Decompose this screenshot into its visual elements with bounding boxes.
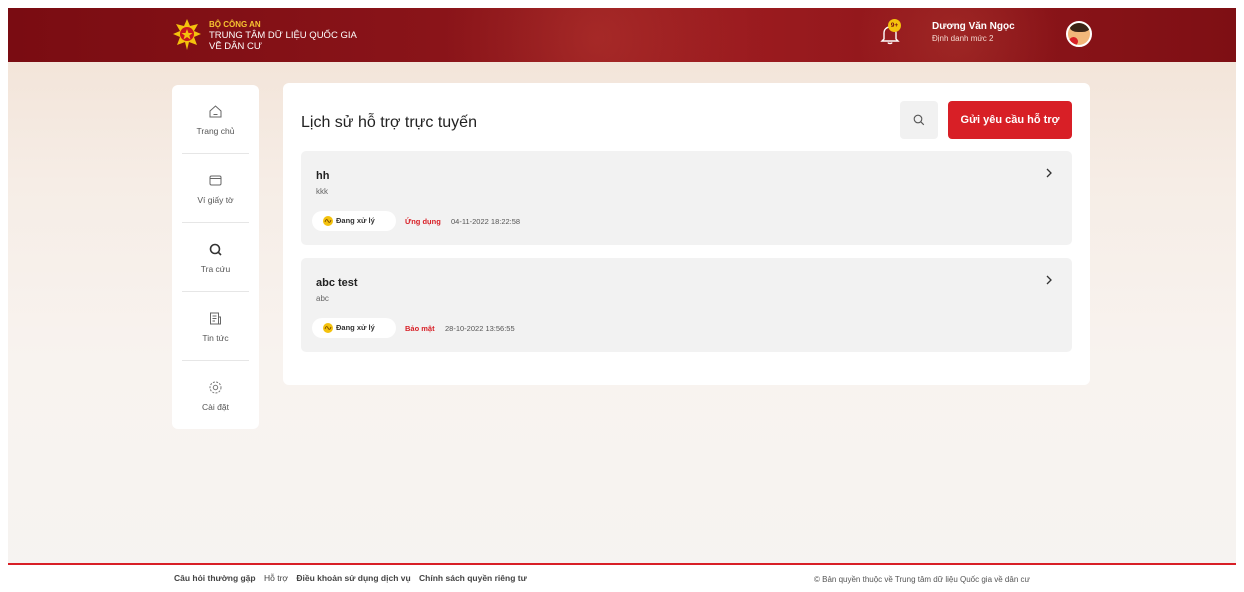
sidebar-item-label: Ví giấy tờ [197,195,234,205]
avatar[interactable] [1066,21,1092,47]
chevron-right-icon[interactable] [1044,166,1054,180]
sidebar-item-news[interactable]: Tin tức [172,292,259,360]
sidebar-item-settings[interactable]: Cài đặt [172,361,259,429]
footer: Câu hỏi thường gặp Hỗ trợ Điều khoản sử … [8,563,1236,592]
processing-icon [323,323,333,333]
ticket-description: abc [316,294,329,303]
support-history-panel: Lịch sử hỗ trợ trực tuyến Gửi yêu cầu hỗ… [283,83,1090,385]
ticket-description: kkk [316,187,328,196]
ticket-title: abc test [316,277,358,289]
ticket-card[interactable]: abc test abc Đang xử lý Bảo mật 28-10-20… [301,258,1072,352]
sidebar-item-home[interactable]: Trang chủ [172,85,259,153]
search-button[interactable] [900,101,938,139]
status-text: Đang xử lý [336,216,375,225]
chevron-right-icon[interactable] [1044,273,1054,287]
processing-icon [323,216,333,226]
page-title: Lịch sử hỗ trợ trực tuyến [301,114,477,131]
sidebar: Trang chủ Ví giấy tờ Tra cứu Tin tức Cài… [172,85,259,429]
sidebar-item-wallet[interactable]: Ví giấy tờ [172,154,259,222]
news-icon [210,312,221,325]
search-icon [209,243,222,256]
brand-line-3: VỀ DÂN CƯ [209,41,262,52]
avatar-flag-badge [1069,37,1078,45]
footer-link-privacy[interactable]: Chính sách quyền riêng tư [419,573,527,583]
ticket-category: Ứng dụng [405,217,441,226]
search-icon [913,114,925,126]
user-level: Định danh mức 2 [932,34,994,43]
status-text: Đang xử lý [336,323,375,332]
sidebar-item-label: Tin tức [202,333,229,343]
brand-line-1: BỘ CÔNG AN [209,20,261,29]
footer-link-support[interactable]: Hỗ trợ [264,573,288,583]
page-frame: BỘ CÔNG AN TRUNG TÂM DỮ LIỆU QUỐC GIA VỀ… [8,8,1236,592]
top-header: BỘ CÔNG AN TRUNG TÂM DỮ LIỆU QUỐC GIA VỀ… [8,8,1236,62]
status-badge: Đang xử lý [312,211,396,231]
notification-badge: 9+ [888,19,901,32]
sidebar-item-label: Tra cứu [200,264,231,274]
header-pattern [388,8,808,62]
ticket-timestamp: 28-10-2022 13:56:55 [445,324,515,333]
ticket-title: hh [316,170,330,182]
brand-line-2: TRUNG TÂM DỮ LIỆU QUỐC GIA [209,30,357,41]
avatar-hair [1070,23,1090,32]
ticket-category: Bảo mật [405,324,435,333]
ticket-card[interactable]: hh kkk Đang xử lý Ứng dụng 04-11-2022 18… [301,151,1072,245]
user-name: Dương Văn Ngọc [932,21,1015,32]
sidebar-item-label: Cài đặt [202,402,229,412]
settings-icon [209,381,222,394]
police-emblem-icon[interactable] [172,18,202,52]
footer-copyright: © Bản quyền thuộc về Trung tâm dữ liệu Q… [814,575,1030,584]
sidebar-item-label: Trang chủ [196,126,235,136]
status-badge: Đang xử lý [312,318,396,338]
user-info[interactable]: Dương Văn Ngọc Định danh mức 2 [932,21,1015,43]
ticket-timestamp: 04-11-2022 18:22:58 [451,217,521,226]
footer-link-terms[interactable]: Điều khoản sử dụng dịch vụ [296,573,410,583]
sidebar-item-lookup[interactable]: Tra cứu [172,223,259,291]
footer-links: Câu hỏi thường gặp Hỗ trợ Điều khoản sử … [174,573,533,583]
home-icon [209,105,222,118]
footer-link-faq[interactable]: Câu hỏi thường gặp [174,573,256,583]
submit-support-request-button[interactable]: Gửi yêu cầu hỗ trợ [948,101,1072,139]
brand-title[interactable]: BỘ CÔNG AN TRUNG TÂM DỮ LIỆU QUỐC GIA VỀ… [209,19,357,52]
wallet-icon [209,175,222,186]
